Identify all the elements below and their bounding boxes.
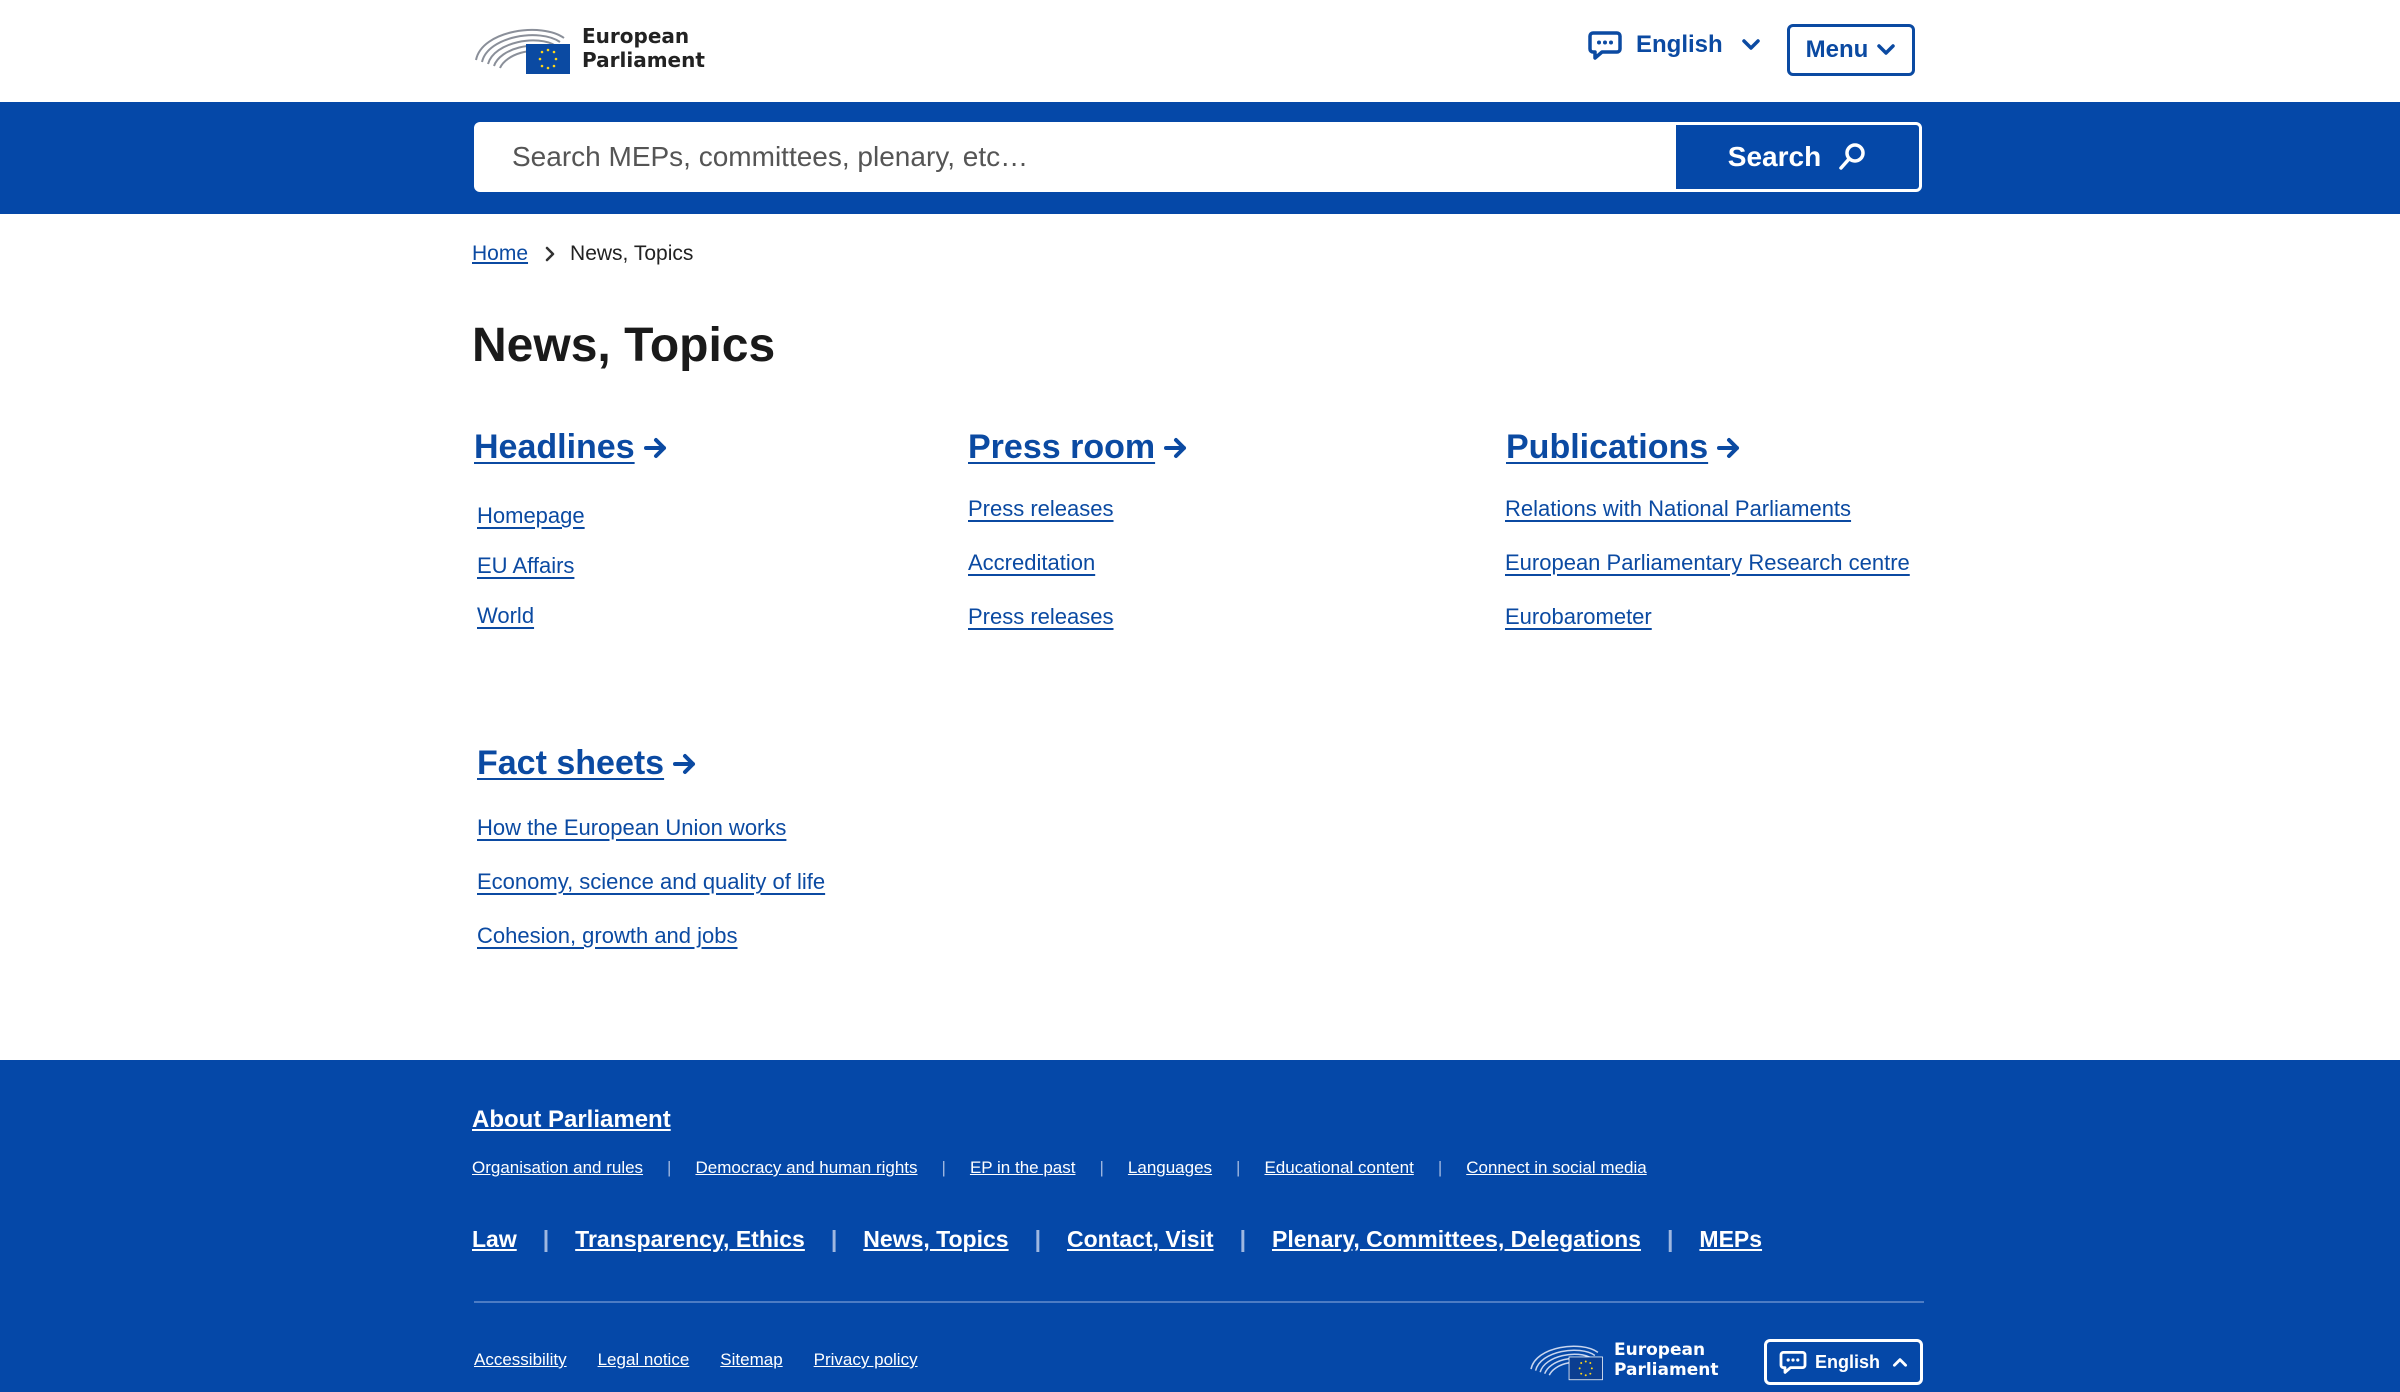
arrow-right-icon xyxy=(672,752,698,776)
footer-main-contact[interactable]: Contact, Visit xyxy=(1067,1226,1214,1253)
section-headlines-heading[interactable]: Headlines xyxy=(474,428,669,467)
footer-separator: | xyxy=(667,1158,672,1177)
footer-main-meps[interactable]: MEPs xyxy=(1699,1226,1762,1253)
hemicycle-logo-icon xyxy=(1530,1345,1603,1381)
footer-separator: | xyxy=(1099,1158,1104,1177)
footer-link-educational[interactable]: Educational content xyxy=(1264,1158,1413,1178)
footer-main-links: Law | Transparency, Ethics | News, Topic… xyxy=(472,1226,1762,1253)
publications-item-national-parliaments[interactable]: Relations with National Parliaments xyxy=(1505,496,1851,522)
footer-separator: | xyxy=(830,1226,838,1252)
footer-about-links: Organisation and rules | Democracy and h… xyxy=(472,1158,1647,1178)
chevron-down-icon xyxy=(1741,39,1760,50)
breadcrumb: Home News, Topics xyxy=(472,242,693,266)
magnifier-icon xyxy=(1839,143,1865,170)
footer-legal-sitemap[interactable]: Sitemap xyxy=(720,1350,782,1370)
publications-item-eurobarometer[interactable]: Eurobarometer xyxy=(1505,604,1652,630)
section-publications-heading[interactable]: Publications xyxy=(1506,428,1742,467)
search-button-label: Search xyxy=(1727,141,1822,172)
footer-link-languages[interactable]: Languages xyxy=(1128,1158,1212,1178)
footer-separator: | xyxy=(1666,1226,1674,1252)
headlines-item-eu-affairs[interactable]: EU Affairs xyxy=(477,553,574,579)
headlines-item-homepage[interactable]: Homepage xyxy=(477,503,585,529)
footer-main-transparency[interactable]: Transparency, Ethics xyxy=(575,1226,805,1253)
chevron-up-icon xyxy=(1893,1358,1907,1367)
footer-separator: | xyxy=(542,1226,550,1252)
language-selector[interactable]: English xyxy=(1588,30,1761,60)
footer-separator: | xyxy=(1034,1226,1042,1252)
footer-link-ep-past[interactable]: EP in the past xyxy=(970,1158,1076,1178)
breadcrumb-current: News, Topics xyxy=(570,242,694,265)
press-room-item-accreditation[interactable]: Accreditation xyxy=(968,550,1095,576)
footer-main-law[interactable]: Law xyxy=(472,1226,517,1253)
logo-line-2: Parliament xyxy=(582,48,705,72)
speech-bubble-icon xyxy=(1588,31,1622,60)
footer-language-label: English xyxy=(1814,1351,1880,1372)
footer-legal-privacy[interactable]: Privacy policy xyxy=(814,1350,918,1370)
footer-main-news[interactable]: News, Topics xyxy=(863,1226,1008,1253)
footer-link-social-media[interactable]: Connect in social media xyxy=(1466,1158,1646,1178)
ep-logo[interactable]: European Parliament xyxy=(472,20,705,76)
search-input[interactable]: Search MEPs, committees, plenary, etc… xyxy=(474,122,1674,192)
footer-separator: | xyxy=(1236,1158,1241,1177)
arrow-right-icon xyxy=(1716,436,1742,460)
chevron-down-icon xyxy=(1877,44,1896,55)
footer-logo-line-1: European xyxy=(1614,1340,1706,1360)
press-room-link[interactable]: Press room xyxy=(968,428,1155,467)
footer-link-democracy[interactable]: Democracy and human rights xyxy=(695,1158,917,1178)
footer-legal-links: Accessibility Legal notice Sitemap Priva… xyxy=(474,1350,949,1370)
footer-separator: | xyxy=(941,1158,946,1177)
headlines-link[interactable]: Headlines xyxy=(474,428,635,467)
fact-sheets-link[interactable]: Fact sheets xyxy=(477,744,664,783)
footer-ep-logo[interactable]: European Parliament xyxy=(1528,1338,1718,1382)
speech-bubble-icon xyxy=(1779,1351,1807,1374)
page-title: News, Topics xyxy=(472,319,776,372)
footer-link-organisation[interactable]: Organisation and rules xyxy=(472,1158,643,1178)
arrow-right-icon xyxy=(643,436,669,460)
press-room-item-press-releases-2[interactable]: Press releases xyxy=(968,604,1114,630)
chevron-right-icon xyxy=(544,246,556,262)
language-label: English xyxy=(1636,31,1723,58)
press-room-item-press-releases[interactable]: Press releases xyxy=(968,496,1114,522)
breadcrumb-home-link[interactable]: Home xyxy=(472,242,528,266)
search-placeholder: Search MEPs, committees, plenary, etc… xyxy=(512,141,1029,172)
publications-link[interactable]: Publications xyxy=(1506,428,1708,467)
footer-main-plenary[interactable]: Plenary, Committees, Delegations xyxy=(1272,1226,1641,1253)
footer-separator: | xyxy=(1239,1226,1246,1252)
logo-text: European Parliament xyxy=(582,24,705,72)
section-press-room-heading[interactable]: Press room xyxy=(968,428,1189,467)
footer-language-selector[interactable]: English xyxy=(1764,1339,1923,1385)
eu-flag-icon xyxy=(526,44,570,74)
search-button[interactable]: Search xyxy=(1673,122,1922,192)
headlines-item-world[interactable]: World xyxy=(477,603,534,629)
arrow-right-icon xyxy=(1163,436,1189,460)
fact-sheets-item-cohesion[interactable]: Cohesion, growth and jobs xyxy=(477,923,738,949)
footer-divider xyxy=(474,1301,1924,1303)
eu-flag-icon xyxy=(1568,1356,1603,1381)
footer-legal-accessibility[interactable]: Accessibility xyxy=(474,1350,567,1370)
footer-logo-line-2: Parliament xyxy=(1614,1360,1719,1380)
footer-separator: | xyxy=(1437,1158,1443,1177)
fact-sheets-item-eu-works[interactable]: How the European Union works xyxy=(477,815,786,841)
logo-line-1: European xyxy=(582,24,690,48)
footer-legal-notice[interactable]: Legal notice xyxy=(598,1350,690,1370)
publications-item-research-centre[interactable]: European Parliamentary Research centre xyxy=(1505,550,1910,576)
hemicycle-logo-icon xyxy=(475,28,570,74)
menu-label: Menu xyxy=(1805,36,1869,63)
section-fact-sheets-heading[interactable]: Fact sheets xyxy=(477,744,698,783)
fact-sheets-item-economy[interactable]: Economy, science and quality of life xyxy=(477,869,825,895)
footer-about-link[interactable]: About Parliament xyxy=(472,1106,671,1134)
footer-logo-text: European Parliament xyxy=(1614,1340,1718,1380)
menu-button[interactable]: Menu xyxy=(1787,24,1915,76)
